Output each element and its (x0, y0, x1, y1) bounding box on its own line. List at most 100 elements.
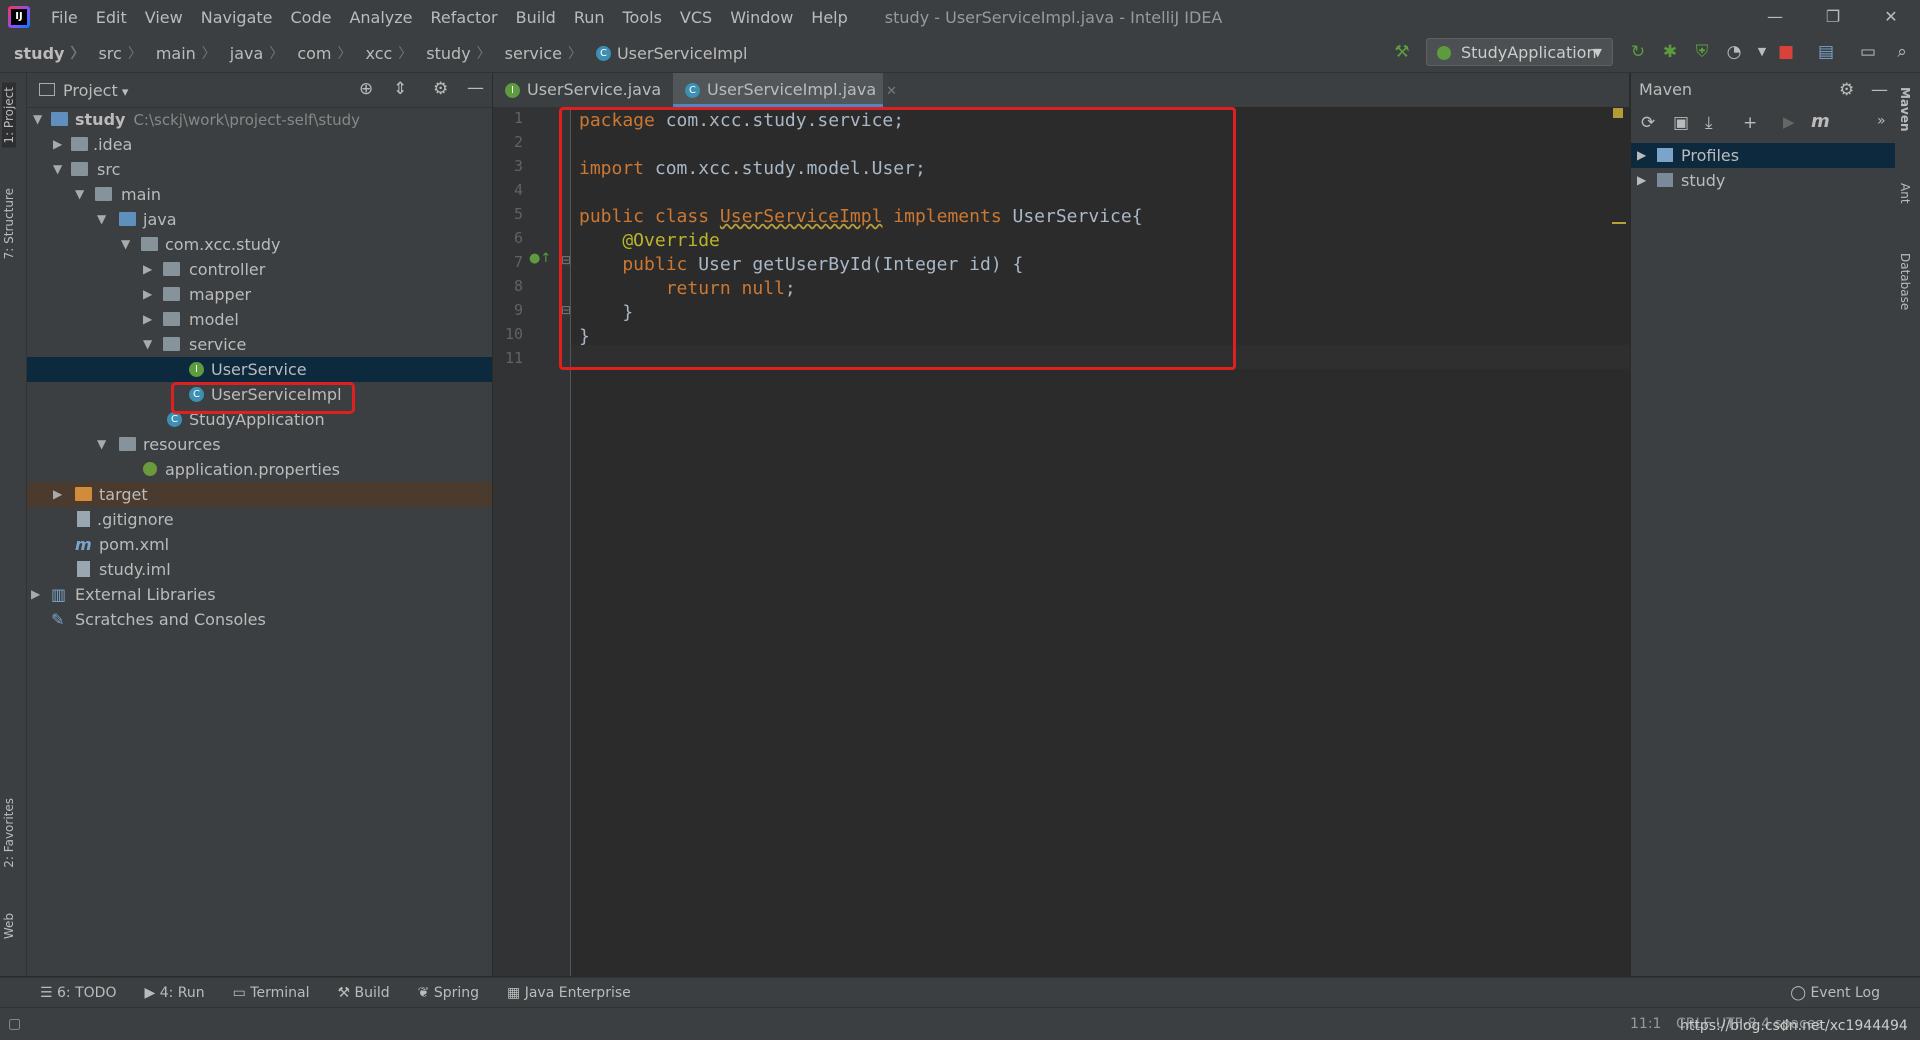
tree-item-gitignore[interactable]: .gitignore (27, 507, 492, 532)
coverage-icon[interactable]: ⛨ (1692, 42, 1712, 62)
implements-method-icon[interactable]: ●↑ (529, 251, 551, 266)
tree-item-external-libraries[interactable]: ▶ ▥ External Libraries (27, 582, 492, 607)
tab-favorites[interactable]: 2: Favorites (2, 798, 16, 868)
tool-spring[interactable]: ❦ Spring (418, 985, 479, 1001)
breadcrumb-item[interactable]: C UserServiceImpl (582, 44, 747, 63)
tree-item-userservice[interactable]: I UserService (27, 357, 492, 382)
tool-run[interactable]: ▶ 4: Run (144, 985, 204, 1001)
download-icon[interactable]: ⤓ (1705, 113, 1713, 133)
rerun-icon[interactable]: ↻ (1628, 42, 1648, 62)
menu-analyze[interactable]: Analyze (340, 8, 421, 27)
tab-database[interactable]: Database (1898, 253, 1912, 310)
menu-build[interactable]: Build (507, 8, 565, 27)
tree-item-src[interactable]: ▼ src (27, 157, 492, 182)
collapse-all-icon[interactable]: ⇕ (393, 79, 407, 99)
breadcrumb-item[interactable]: java 〉 (216, 43, 284, 63)
maven-goal-icon[interactable]: m (1811, 111, 1830, 132)
highlight-box-code (559, 107, 1236, 370)
gear-icon[interactable]: ⚙ (433, 79, 448, 99)
tab-userserviceimpl-java[interactable]: C UserServiceImpl.java ✕ (673, 73, 897, 107)
menu-tools[interactable]: Tools (614, 8, 671, 27)
menu-refactor[interactable]: Refactor (422, 8, 507, 27)
reimport-icon[interactable]: ⟳ (1641, 113, 1655, 133)
status-bar: ▢ 11:1 CRLF UTF-8 4 spaces https://blog.… (0, 1007, 1920, 1040)
tree-item-target[interactable]: ▶ target (27, 482, 492, 507)
tree-item-application-properties[interactable]: application.properties (27, 457, 492, 482)
breadcrumb-item[interactable]: xcc 〉 (352, 43, 413, 63)
tree-item-controller[interactable]: ▶ controller (27, 257, 492, 282)
project-structure-icon[interactable]: ▤ (1816, 42, 1836, 62)
tree-item-study[interactable]: ▼ study C:\sckj\work\project-self\study (27, 107, 492, 132)
tree-item-pom-xml[interactable]: m pom.xml (27, 532, 492, 557)
add-icon[interactable]: + (1743, 113, 1757, 133)
tree-item-java[interactable]: ▼ java (27, 207, 492, 232)
generate-sources-icon[interactable]: ▣ (1673, 113, 1689, 133)
run-configuration-dropdown[interactable]: StudyApplication (1426, 38, 1613, 67)
minimize-icon[interactable]: — (1746, 0, 1804, 34)
menu-file[interactable]: File (42, 8, 87, 27)
inspection-status-icon[interactable] (1613, 108, 1623, 118)
breadcrumb-item[interactable]: service 〉 (491, 43, 582, 63)
breadcrumb-item[interactable]: com 〉 (283, 43, 351, 63)
tab-web[interactable]: Web (2, 913, 16, 939)
tree-item-com-xcc-study[interactable]: ▼ com.xcc.study (27, 232, 492, 257)
tool-event-log[interactable]: ◯ Event Log (1790, 985, 1880, 1001)
hide-panel-icon[interactable]: — (1871, 73, 1888, 107)
tab-userservice-java[interactable]: I UserService.java✕ (493, 73, 682, 107)
gear-icon[interactable]: ⚙ (1839, 73, 1854, 107)
menu-vcs[interactable]: VCS (671, 8, 721, 27)
locate-icon[interactable]: ⊕ (359, 79, 373, 99)
tree-item-resources[interactable]: ▼ resources (27, 432, 492, 457)
menu-code[interactable]: Code (282, 8, 341, 27)
project-view-selector[interactable]: Project (63, 81, 128, 100)
tree-item-main[interactable]: ▼ main (27, 182, 492, 207)
right-tool-stripe: Maven Ant Database (1895, 73, 1920, 976)
menu-help[interactable]: Help (802, 8, 856, 27)
breadcrumb-item[interactable]: src 〉 (84, 43, 141, 63)
close-icon[interactable]: ✕ (1862, 0, 1920, 34)
restore-icon[interactable]: ❐ (1804, 0, 1862, 34)
run-maven-icon[interactable]: ▶ (1783, 113, 1795, 131)
search-icon[interactable]: ⌕ (1892, 42, 1912, 62)
menu-view[interactable]: View (136, 8, 192, 27)
tab-maven[interactable]: Maven (1898, 87, 1912, 132)
maven-item-profiles[interactable]: ▶ Profiles (1631, 143, 1895, 168)
warning-marker[interactable] (1612, 222, 1626, 224)
tab-structure[interactable]: 7: Structure (2, 188, 16, 259)
tree-item-study-iml[interactable]: study.iml (27, 557, 492, 582)
breadcrumb-item[interactable]: study 〉 (412, 43, 490, 63)
tool-java-enterprise[interactable]: ▦ Java Enterprise (507, 985, 631, 1001)
more-icon[interactable]: » (1877, 113, 1886, 129)
menu-edit[interactable]: Edit (87, 8, 136, 27)
line-number: 9 (513, 301, 523, 319)
tree-item-model[interactable]: ▶ model (27, 307, 492, 332)
layout-icon[interactable]: ▭ (1858, 42, 1878, 62)
tree-item-mapper[interactable]: ▶ mapper (27, 282, 492, 307)
tree-item-service[interactable]: ▼ service (27, 332, 492, 357)
line-number: 11 (504, 349, 523, 367)
close-tab-icon[interactable]: ✕ (886, 84, 897, 99)
stop-icon[interactable]: ■ (1776, 42, 1796, 62)
profile-icon[interactable]: ◔ (1724, 42, 1744, 62)
toggle-tool-windows-icon[interactable]: ▢ (8, 1016, 21, 1032)
tool-todo[interactable]: ☰ 6: TODO (40, 985, 116, 1001)
profile-dropdown-icon[interactable]: ▼ (1752, 42, 1772, 62)
tree-item-idea[interactable]: ▶ .idea (27, 132, 492, 157)
menu-run[interactable]: Run (565, 8, 614, 27)
class-icon: C (595, 45, 611, 61)
tree-item-scratches[interactable]: ✎ Scratches and Consoles (27, 607, 492, 632)
tab-project[interactable]: 1: Project (2, 83, 16, 148)
maven-item-study[interactable]: ▶ study (1631, 168, 1895, 193)
menu-navigate[interactable]: Navigate (192, 8, 282, 27)
debug-icon[interactable]: ✱ (1660, 42, 1680, 62)
tool-terminal[interactable]: ▭ Terminal (233, 985, 310, 1001)
menu-window[interactable]: Window (721, 8, 802, 27)
breadcrumb-item[interactable]: main 〉 (142, 43, 216, 63)
tool-build[interactable]: ⚒ Build (337, 985, 389, 1001)
caret-position[interactable]: 11:1 (1630, 1016, 1661, 1032)
build-hammer-icon[interactable]: ⚒ (1392, 42, 1412, 62)
package-icon (163, 262, 180, 276)
tab-ant[interactable]: Ant (1898, 183, 1912, 204)
hide-panel-icon[interactable]: — (467, 78, 484, 98)
breadcrumb-item[interactable]: study 〉 (0, 43, 84, 63)
